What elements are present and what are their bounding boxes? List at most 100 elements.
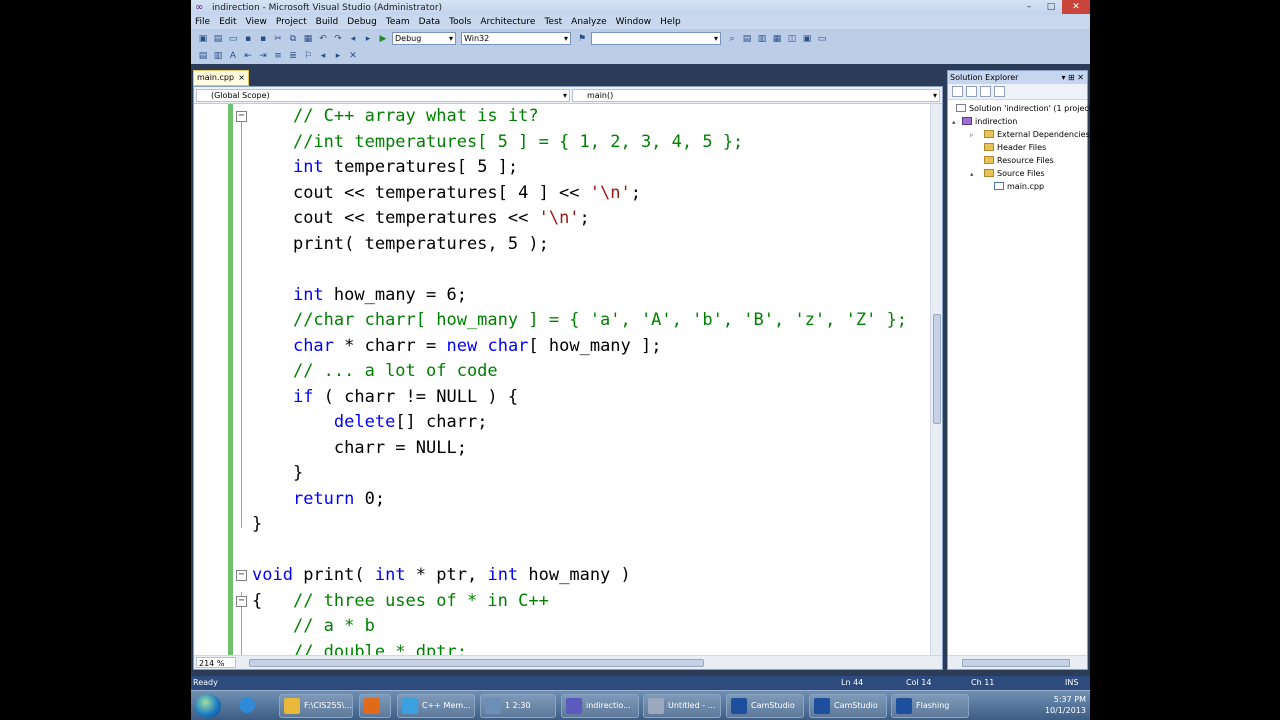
taskbar-button-media-player[interactable] xyxy=(359,694,391,718)
decrease-indent-icon[interactable]: ⇤ xyxy=(242,50,254,62)
scroll-thumb[interactable] xyxy=(962,659,1070,667)
menu-test[interactable]: Test xyxy=(544,17,562,27)
solution-explorer-icon[interactable]: ▤ xyxy=(741,33,753,45)
taskbar-button-folder[interactable]: F:\CIS255\... xyxy=(279,694,353,718)
menu-window[interactable]: Window xyxy=(616,17,652,27)
navigate-forward-icon[interactable]: ▸ xyxy=(362,33,374,45)
tree-item-header-files[interactable]: Header Files xyxy=(984,142,1046,154)
tree-item-solution-indirection-1-project[interactable]: Solution 'indirection' (1 project) xyxy=(956,103,1090,115)
collapse-region-icon[interactable]: − xyxy=(236,595,247,607)
taskbar-button-visual-studio[interactable]: indirectio... xyxy=(561,694,639,718)
tab-label: main.cpp xyxy=(197,73,235,82)
menu-tools[interactable]: Tools xyxy=(449,17,471,27)
properties-icon[interactable] xyxy=(952,86,963,97)
word-completion-icon[interactable]: A xyxy=(227,50,239,62)
find-icon[interactable]: ⌕ xyxy=(726,33,738,45)
menu-architecture[interactable]: Architecture xyxy=(480,17,535,27)
tree-item-external-dependencies[interactable]: External Dependencies xyxy=(984,129,1090,141)
zoom-level-combo[interactable]: 214 % xyxy=(196,657,236,668)
extension-manager-icon[interactable]: ◫ xyxy=(786,33,798,45)
taskbar-button-flashing[interactable]: Flashing xyxy=(891,694,969,718)
new-project-icon[interactable]: ▣ xyxy=(197,33,209,45)
taskbar-button-camstudio[interactable]: CamStudio xyxy=(726,694,804,718)
status-line: Ln 44 xyxy=(841,678,864,687)
expand-arrow-icon[interactable]: ▹ xyxy=(970,131,974,139)
comment-icon[interactable]: ≡ xyxy=(272,50,284,62)
show-all-files-icon[interactable] xyxy=(966,86,977,97)
open-icon[interactable]: ▭ xyxy=(227,33,239,45)
menu-help[interactable]: Help xyxy=(660,17,681,27)
expand-arrow-icon[interactable]: ▴ xyxy=(970,170,974,178)
save-icon[interactable]: ▪ xyxy=(242,33,254,45)
comment-token: // three uses of * in C++ xyxy=(292,590,549,611)
close-icon[interactable]: ✕ xyxy=(1062,0,1090,14)
menu-build[interactable]: Build xyxy=(316,17,339,27)
parameter-info-icon[interactable]: ▥ xyxy=(212,50,224,62)
horizontal-scrollbar[interactable]: 214 % xyxy=(194,655,942,669)
start-page-icon[interactable]: ▣ xyxy=(801,33,813,45)
taskbar-button-label: indirectio... xyxy=(586,701,631,710)
platform-select[interactable]: Win32 xyxy=(461,32,571,45)
save-all-icon[interactable]: ▪ xyxy=(257,33,269,45)
taskbar-button-paint[interactable]: Untitled - ... xyxy=(643,694,721,718)
vertical-scrollbar[interactable] xyxy=(930,104,942,655)
refresh-icon[interactable] xyxy=(980,86,991,97)
menu-view[interactable]: View xyxy=(246,17,267,27)
tree-item-source-files[interactable]: Source Files xyxy=(984,168,1045,180)
view-class-diagram-icon[interactable] xyxy=(994,86,1005,97)
undo-icon[interactable]: ↶ xyxy=(317,33,329,45)
menu-edit[interactable]: Edit xyxy=(219,17,236,27)
menu-debug[interactable]: Debug xyxy=(347,17,377,27)
cut-icon[interactable]: ✂ xyxy=(272,33,284,45)
bookmark-icon[interactable]: ⚐ xyxy=(302,50,314,62)
command-window-icon[interactable]: ▭ xyxy=(816,33,828,45)
taskbar-button-notepad[interactable]: 1 2:30 xyxy=(480,694,556,718)
redo-icon[interactable]: ↷ xyxy=(332,33,344,45)
increase-indent-icon[interactable]: ⇥ xyxy=(257,50,269,62)
horizontal-scroll-thumb[interactable] xyxy=(249,659,704,667)
next-bookmark-icon[interactable]: ▸ xyxy=(332,50,344,62)
system-tray-clock[interactable]: 5:37 PM 10/1/2013 xyxy=(1026,694,1086,718)
properties-icon[interactable]: ▥ xyxy=(756,33,768,45)
tree-item-indirection[interactable]: indirection xyxy=(962,116,1017,128)
navigate-back-icon[interactable]: ◂ xyxy=(347,33,359,45)
start-debugging-icon[interactable]: ▶ xyxy=(377,33,389,45)
find-combo[interactable] xyxy=(591,32,721,45)
toolbox-icon[interactable]: ▦ xyxy=(771,33,783,45)
tab-main-cpp[interactable]: main.cpp × xyxy=(193,70,249,86)
start-button[interactable] xyxy=(195,694,221,718)
taskbar-button-internet-explorer[interactable] xyxy=(235,694,269,718)
tree-item-label: Header Files xyxy=(997,143,1047,152)
taskbar-button-camstudio[interactable]: CamStudio xyxy=(809,694,887,718)
close-tab-icon[interactable]: × xyxy=(238,71,245,85)
minimize-icon[interactable]: – xyxy=(1018,0,1040,14)
uncomment-icon[interactable]: ≣ xyxy=(287,50,299,62)
copy-icon[interactable]: ⧉ xyxy=(287,33,299,45)
menu-analyze[interactable]: Analyze xyxy=(571,17,606,27)
scope-combo[interactable]: (Global Scope) xyxy=(196,89,570,102)
menu-data[interactable]: Data xyxy=(419,17,441,27)
panel-pin-close-icons[interactable]: ▾ ⊞ ✕ xyxy=(1061,71,1084,84)
paste-icon[interactable]: ▦ xyxy=(302,33,314,45)
member-combo[interactable]: main() xyxy=(572,89,940,102)
menu-file[interactable]: File xyxy=(195,17,210,27)
tree-item-resource-files[interactable]: Resource Files xyxy=(984,155,1054,167)
find-in-files-icon[interactable]: ⚑ xyxy=(576,33,588,45)
collapse-region-icon[interactable]: − xyxy=(236,570,247,581)
collapse-region-icon[interactable]: − xyxy=(236,111,247,122)
taskbar-button-chrome[interactable]: C++ Mem... xyxy=(397,694,475,718)
solution-explorer-scrollbar[interactable] xyxy=(948,655,1087,669)
editor-text-area[interactable]: // C++ array what is it? − //int temperat… xyxy=(194,104,930,655)
maximize-icon[interactable]: □ xyxy=(1040,0,1062,14)
menu-team[interactable]: Team xyxy=(386,17,410,27)
configuration-select[interactable]: Debug xyxy=(392,32,456,45)
menu-project[interactable]: Project xyxy=(276,17,307,27)
quick-info-icon[interactable]: ▤ xyxy=(197,50,209,62)
expand-arrow-icon[interactable]: ▴ xyxy=(952,118,956,126)
vertical-scroll-thumb[interactable] xyxy=(933,314,941,424)
prev-bookmark-icon[interactable]: ◂ xyxy=(317,50,329,62)
tree-item-main-cpp[interactable]: main.cpp xyxy=(994,181,1044,193)
add-item-icon[interactable]: ▤ xyxy=(212,33,224,45)
clear-bookmarks-icon[interactable]: ✕ xyxy=(347,50,359,62)
